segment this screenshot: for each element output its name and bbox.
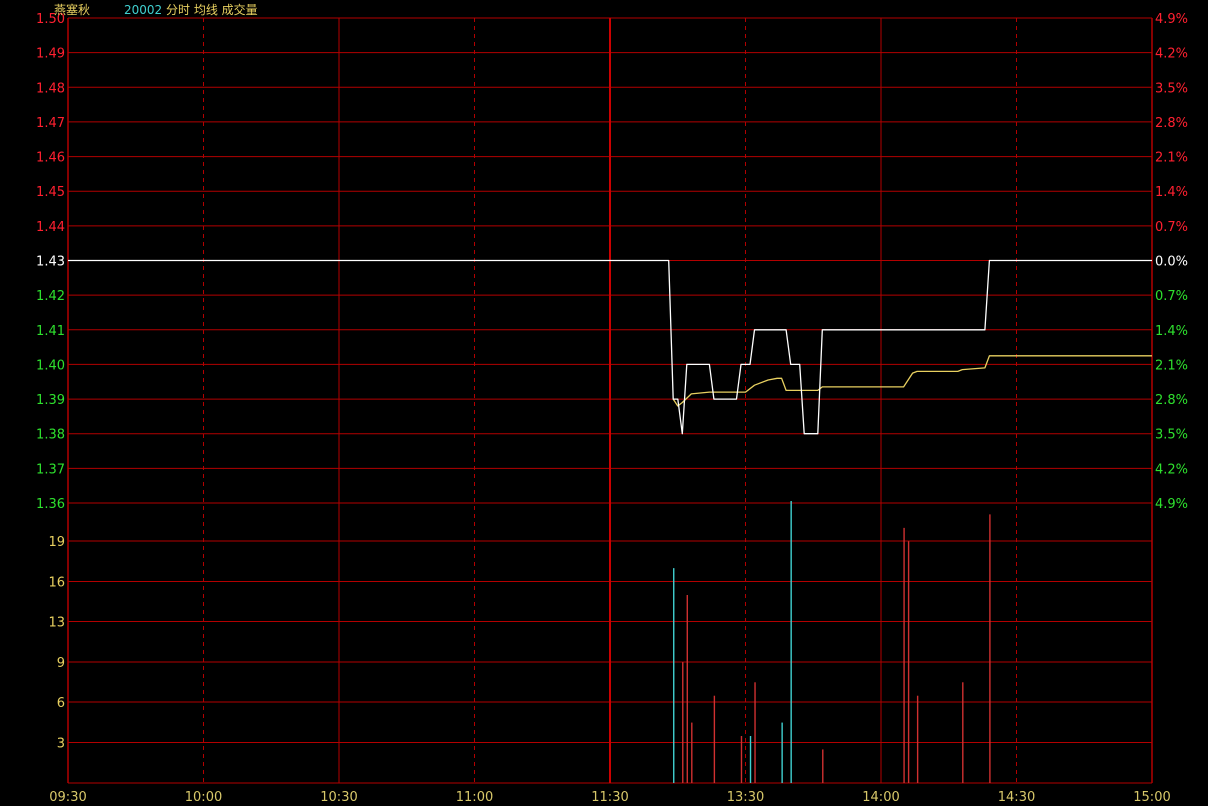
percent-tick-label: 3.5% (1155, 81, 1188, 96)
percent-tick-label: 2.1% (1155, 358, 1188, 373)
time-tick-label: 13:30 (727, 790, 764, 805)
price-tick-label: 1.37 (36, 462, 65, 477)
percent-tick-label: 0.7% (1155, 220, 1188, 235)
percent-tick-label: 4.9% (1155, 12, 1188, 27)
percent-tick-label: 4.2% (1155, 47, 1188, 62)
indicator-labels-text: 分时 均线 成交量 (166, 3, 258, 17)
percent-tick-label: 4.2% (1155, 462, 1188, 477)
volume-bars (673, 501, 991, 783)
price-tick-label: 1.43 (36, 255, 65, 270)
volume-tick-label: 19 (48, 535, 65, 550)
stock-code: 20002 (124, 3, 162, 17)
price-tick-label: 1.40 (36, 358, 65, 373)
time-tick-label: 10:30 (320, 790, 357, 805)
price-tick-label: 1.39 (36, 393, 65, 408)
percent-tick-label: 1.4% (1155, 324, 1188, 339)
price-tick-label: 1.49 (36, 47, 65, 62)
percent-tick-label: 2.1% (1155, 151, 1188, 166)
percent-tick-label: 2.8% (1155, 116, 1188, 131)
price-tick-label: 1.44 (36, 220, 65, 235)
percent-tick-label: 4.9% (1155, 497, 1188, 512)
price-tick-label: 1.45 (36, 185, 65, 200)
indicator-labels: 分时 均线 成交量 (166, 3, 258, 17)
price-tick-label: 1.36 (36, 497, 65, 512)
price-tick-label: 1.47 (36, 116, 65, 131)
volume-tick-label: 9 (57, 656, 65, 671)
price-tick-label: 1.41 (36, 324, 65, 339)
volume-tick-label: 16 (48, 576, 65, 591)
percent-tick-label: 0.0% (1155, 255, 1188, 270)
volume-tick-label: 13 (48, 616, 65, 631)
time-tick-label: 10:00 (185, 790, 222, 805)
time-tick-label: 11:00 (456, 790, 493, 805)
time-tick-label: 15:00 (1133, 790, 1170, 805)
volume-tick-label: 3 (57, 737, 65, 752)
time-tick-label: 14:30 (998, 790, 1035, 805)
stock-name: 燕塞秋 (54, 3, 90, 17)
intraday-chart[interactable]: 1.50 4.9%1.49 4.2%1.48 3.5%1.47 2.8%1.46 2.1%… (0, 0, 1208, 806)
price-tick-label: 1.42 (36, 289, 65, 304)
stock-name-text: 燕塞秋 (54, 3, 91, 17)
price-tick-label: 1.46 (36, 151, 65, 166)
stock-code-text: 20002 (124, 3, 163, 17)
time-tick-label: 14:00 (862, 790, 899, 805)
time-tick-label: 09:30 (49, 790, 86, 805)
percent-tick-label: 3.5% (1155, 428, 1188, 443)
percent-tick-label: 0.7% (1155, 289, 1188, 304)
axis-labels: 1.50 4.9%1.49 4.2%1.48 3.5%1.47 2.8%1.46 2.1%… (36, 12, 1188, 805)
time-tick-label: 11:30 (591, 790, 628, 805)
price-tick-label: 1.48 (36, 81, 65, 96)
percent-tick-label: 1.4% (1155, 185, 1188, 200)
percent-tick-label: 2.8% (1155, 393, 1188, 408)
price-tick-label: 1.38 (36, 428, 65, 443)
volume-tick-label: 6 (57, 696, 65, 711)
